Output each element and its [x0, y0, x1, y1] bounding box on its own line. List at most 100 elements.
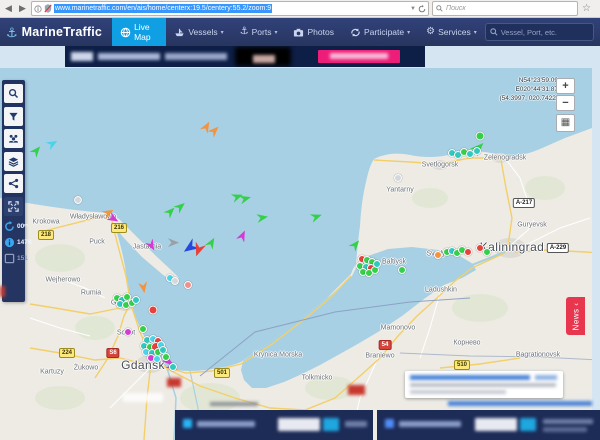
vessel-search-field[interactable]: Vessel, Port, etc.	[485, 23, 594, 41]
reload-icon[interactable]	[418, 5, 426, 13]
map-label-yantarny: Yantarny	[386, 187, 414, 194]
vessel-marker-moored[interactable]	[434, 251, 442, 259]
map-label-wejherowo: Wejherowo	[46, 277, 81, 284]
vessel-marker-underway[interactable]	[167, 238, 178, 247]
bookmark-star-icon[interactable]: ☆	[581, 3, 592, 14]
share-button[interactable]	[4, 174, 23, 193]
vessel-marker-moored[interactable]	[483, 248, 491, 256]
vessel-marker-underway[interactable]	[29, 143, 43, 157]
vessel-marker-underway[interactable]	[204, 235, 217, 249]
back-icon[interactable]: ◀	[3, 3, 14, 14]
map-label-puck: Puck	[89, 239, 105, 246]
info-icon[interactable]	[34, 5, 42, 13]
vessel-marker-underway[interactable]	[309, 210, 323, 222]
vessel-marker-moored[interactable]	[184, 281, 192, 289]
zoom-in-button[interactable]: +	[556, 78, 575, 94]
coord-dms-lon: E020°44'31.87	[499, 85, 558, 94]
vessel-marker-underway[interactable]	[163, 204, 177, 218]
search-icon	[490, 28, 498, 36]
vessel-marker-moored[interactable]	[476, 132, 485, 141]
zoom-out-button[interactable]: −	[556, 95, 575, 111]
vessel-marker-moored[interactable]	[124, 328, 132, 336]
map-tools-sidebar: 00ᵐ 147K 151	[2, 80, 25, 302]
vessel-marker-moored[interactable]	[394, 174, 402, 182]
vessel-marker-underway[interactable]	[138, 281, 149, 294]
nav-item-live-map[interactable]: Live Map	[112, 18, 166, 46]
anchor-icon: ⚓	[240, 27, 249, 37]
search-button[interactable]	[4, 84, 23, 103]
vessel-marker-moored[interactable]	[373, 260, 381, 268]
sidebar-stat[interactable]: 00ᵐ	[4, 221, 24, 232]
vessel-marker-moored[interactable]	[132, 296, 140, 304]
blurred-road-sign	[167, 378, 181, 387]
url-text: www.marinetraffic.com/en/ais/home/center…	[54, 4, 272, 13]
blurred-link-text	[535, 375, 557, 380]
vessel-marker-underway[interactable]	[348, 237, 362, 251]
vessel-marker-moored[interactable]	[149, 306, 158, 315]
map-label-guryevsk: Guryevsk	[517, 222, 547, 229]
map-label-braniewo: Braniewo	[365, 353, 394, 360]
nav-item-services[interactable]: ⚙Services▾	[418, 18, 485, 46]
road-sign-224: 224	[59, 348, 75, 358]
shield-blocked-icon[interactable]	[44, 4, 52, 13]
nav-item-photos[interactable]: Photos	[285, 18, 341, 46]
layers-button[interactable]	[4, 152, 23, 171]
road-sign-a-217: A-217	[513, 198, 535, 208]
gear-icon: ⚙	[426, 27, 435, 37]
vessel-marker-underway[interactable]	[190, 242, 205, 259]
map-label-bagrationovsk: Bagrationovsk	[516, 352, 560, 359]
map-label-krokowa: Krokowa	[32, 219, 59, 226]
checkbox-icon	[4, 253, 15, 264]
vessel-marker-moored[interactable]	[464, 248, 472, 256]
expand-button[interactable]	[4, 197, 23, 216]
map-style-button[interactable]: ▦	[556, 114, 575, 132]
map-label-tolkmicko: Tolkmicko	[302, 375, 333, 382]
nav-item-ports[interactable]: ⚓Ports▾	[232, 18, 286, 46]
vessel-marker-underway[interactable]	[236, 228, 249, 242]
blurred-box	[123, 393, 163, 402]
nav-item-vessels[interactable]: Vessels▾	[166, 18, 231, 46]
filters-button[interactable]	[4, 107, 23, 126]
nav-item-participate[interactable]: Participate▾	[342, 18, 418, 46]
dropdown-icon[interactable]: ▼	[410, 6, 416, 12]
nav-item-label: Vessels	[188, 27, 217, 37]
bottom-card-blurred[interactable]	[377, 410, 600, 440]
vessel-marker-moored[interactable]	[169, 363, 177, 371]
news-tab[interactable]: News ‹	[566, 297, 585, 335]
vessel-marker-moored[interactable]	[473, 147, 481, 155]
vessel-marker-moored[interactable]	[153, 355, 161, 363]
sb-fleet-icon	[8, 133, 19, 144]
vessel-marker-underway[interactable]	[256, 212, 269, 223]
blurred-content	[253, 55, 275, 63]
vessel-marker-moored[interactable]	[74, 196, 82, 204]
vessel-marker-underway[interactable]	[207, 123, 221, 137]
bottom-card-blurred[interactable]	[175, 410, 373, 440]
ad-banner-blurred[interactable]	[65, 46, 425, 67]
blurred-content	[71, 52, 93, 61]
notification-popup-blurred[interactable]	[405, 371, 563, 398]
anchor-logo-icon: ⚓	[6, 26, 18, 39]
vessel-marker-moored[interactable]	[398, 266, 406, 274]
vessel-marker-underway[interactable]	[173, 199, 187, 213]
sidebar-stat-value: 151	[17, 255, 28, 262]
vessel-marker-underway[interactable]	[238, 192, 251, 204]
fleets-button[interactable]	[4, 129, 23, 148]
blurred-button	[520, 418, 536, 431]
vessel-marker-moored[interactable]	[171, 277, 179, 285]
nav-item-label: Participate	[364, 27, 404, 37]
blurred-links-row	[448, 401, 592, 406]
sidebar-stat[interactable]: 147K	[4, 237, 24, 248]
address-bar[interactable]: www.marinetraffic.com/en/ais/home/center…	[31, 1, 429, 16]
map-label-żukowo: Żukowo	[74, 365, 99, 372]
vessel-marker-underway[interactable]	[45, 137, 59, 150]
vessel-marker-moored[interactable]	[139, 325, 147, 333]
browser-search-field[interactable]: Поиск	[432, 1, 578, 16]
sb-share-icon	[8, 178, 19, 189]
sidebar-stat[interactable]: 151	[4, 253, 24, 264]
ad-cta-button-blurred[interactable]	[318, 50, 400, 63]
news-tab-label: News ‹	[571, 302, 580, 330]
forward-icon[interactable]: ▶	[17, 3, 28, 14]
vessel-marker-moored[interactable]	[162, 353, 170, 361]
marinetraffic-logo[interactable]: ⚓ MarineTraffic	[0, 25, 112, 39]
blurred-content	[385, 419, 394, 428]
